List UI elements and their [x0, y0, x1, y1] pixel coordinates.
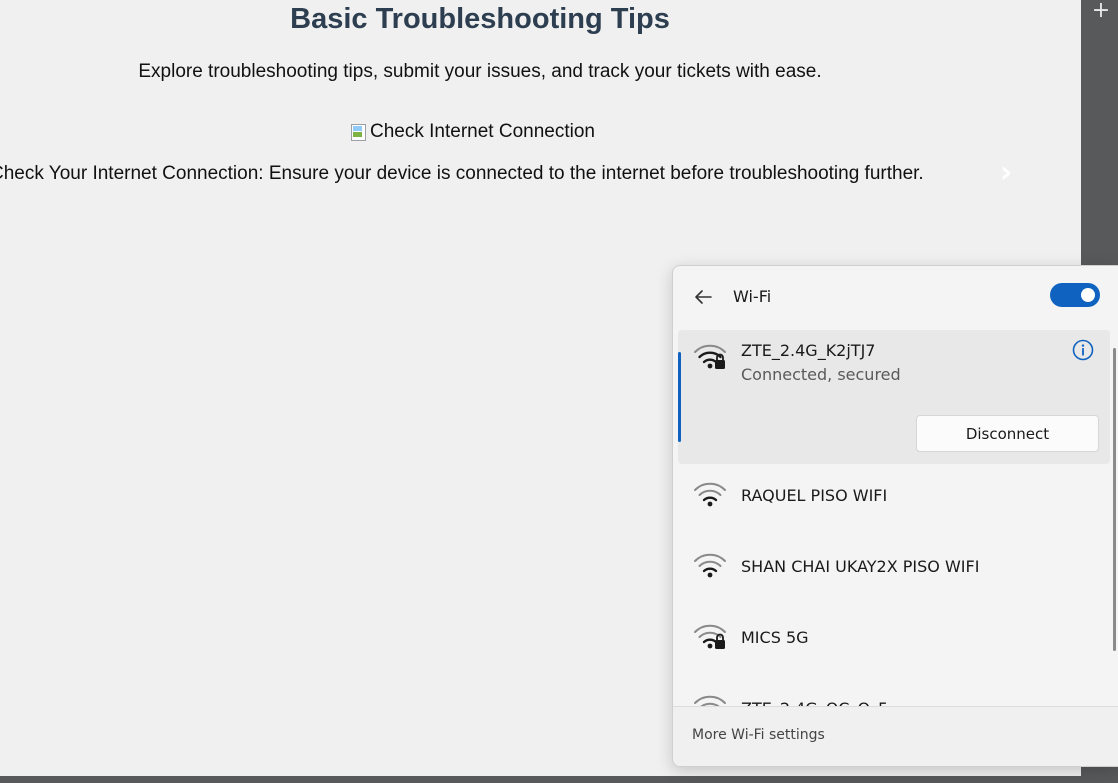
wifi-signal-icon — [694, 553, 726, 578]
slide-caption: Check Your Internet Connection: Ensure y… — [0, 163, 924, 184]
selection-indicator — [678, 352, 681, 442]
wifi-flyout: Wi-Fi ZTE_2.4G_K2jTJ7 Connected, secured… — [672, 265, 1118, 767]
slide-image: Check Internet Connection — [350, 120, 595, 144]
bottom-strip — [0, 776, 1081, 783]
info-icon[interactable] — [1071, 338, 1095, 362]
wifi-header: Wi-Fi — [673, 266, 1118, 328]
network-name: ZTE_2.4G_K2jTJ7 — [741, 341, 876, 360]
back-arrow-icon[interactable] — [691, 285, 715, 309]
network-item[interactable]: RAQUEL PISO WIFI — [678, 466, 1110, 536]
network-list-scrollbar[interactable] — [1113, 348, 1116, 651]
carousel-next-button[interactable]: › — [995, 158, 1017, 188]
network-name: SHAN CHAI UKAY2X PISO WIFI — [741, 557, 980, 576]
broken-image-icon — [350, 123, 366, 141]
network-item[interactable]: SHAN CHAI UKAY2X PISO WIFI — [678, 537, 1110, 607]
toggle-knob — [1081, 288, 1095, 302]
network-name: RAQUEL PISO WIFI — [741, 486, 888, 505]
network-item-connected[interactable]: ZTE_2.4G_K2jTJ7 Connected, secured Disco… — [678, 330, 1110, 464]
network-item[interactable]: MICS 5G — [678, 608, 1110, 678]
slide-image-alt-text: Check Internet Connection — [370, 121, 595, 142]
wifi-signal-icon — [694, 695, 726, 706]
network-list[interactable]: ZTE_2.4G_K2jTJ7 Connected, secured Disco… — [673, 328, 1113, 706]
disconnect-button[interactable]: Disconnect — [916, 415, 1099, 452]
page-title: Basic Troubleshooting Tips — [290, 3, 670, 35]
network-item[interactable]: ZTE_2.4G_QC_Q_5 — [678, 679, 1110, 706]
page-subtitle: Explore troubleshooting tips, submit you… — [138, 61, 822, 82]
wifi-secured-icon — [694, 624, 726, 649]
wifi-toggle[interactable] — [1050, 283, 1100, 307]
wifi-footer: More Wi-Fi settings — [673, 706, 1118, 766]
new-tab-plus-icon[interactable]: + — [1086, 0, 1116, 26]
network-name: MICS 5G — [741, 628, 809, 647]
wifi-signal-icon — [694, 482, 726, 507]
wifi-secured-icon — [694, 344, 726, 369]
more-wifi-settings-link[interactable]: More Wi-Fi settings — [692, 725, 825, 745]
network-status: Connected, secured — [741, 365, 901, 384]
wifi-title: Wi-Fi — [733, 287, 772, 306]
network-name: ZTE_2.4G_QC_Q_5 — [741, 698, 888, 706]
